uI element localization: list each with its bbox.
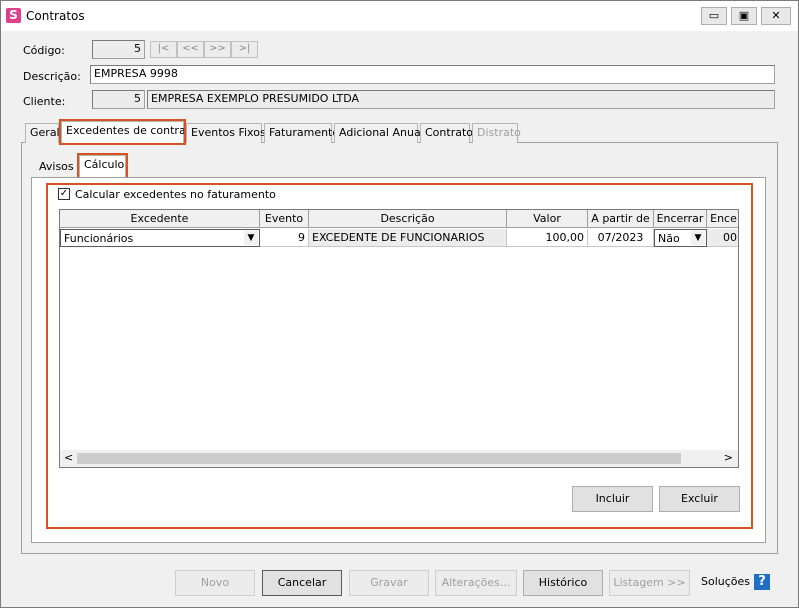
- descricao-label: Descrição:: [23, 70, 81, 83]
- maximize-button[interactable]: ▣: [731, 7, 757, 25]
- codigo-field[interactable]: 5: [92, 40, 145, 59]
- cancelar-button[interactable]: Cancelar: [262, 570, 342, 596]
- excedente-value: Funcionários: [64, 232, 134, 245]
- tab-contrato[interactable]: Contrato: [420, 123, 473, 143]
- next-record-button[interactable]: >>: [204, 41, 231, 58]
- subtab-avisos[interactable]: Avisos: [35, 158, 77, 178]
- excedente-select[interactable]: Funcionários ▼: [60, 229, 260, 247]
- tab-excedentes-de-contrato[interactable]: Excedentes de contrato: [59, 119, 197, 145]
- novo-button: Novo: [175, 570, 255, 596]
- column-header-excedente[interactable]: Excedente: [60, 210, 260, 228]
- last-record-button[interactable]: >|: [231, 41, 258, 58]
- column-header-a-partir-de[interactable]: A partir de: [588, 210, 654, 228]
- solucoes-button[interactable]: Soluções?: [697, 570, 775, 596]
- cliente-label: Cliente:: [23, 95, 66, 108]
- historico-button[interactable]: Histórico: [523, 570, 603, 596]
- column-header-ence[interactable]: Ence: [707, 210, 738, 228]
- evento-cell[interactable]: 9: [260, 229, 309, 247]
- subtab-calculo[interactable]: Cálculo: [77, 153, 128, 179]
- tab-geral[interactable]: Geral: [25, 123, 60, 143]
- gravar-button: Gravar: [349, 570, 429, 596]
- scroll-right-icon[interactable]: >: [724, 451, 733, 464]
- previous-record-button[interactable]: <<: [177, 41, 204, 58]
- horizontal-scrollbar[interactable]: < >: [60, 450, 738, 467]
- encerrar-value: Não: [658, 232, 680, 245]
- first-record-button[interactable]: |<: [150, 41, 177, 58]
- help-icon[interactable]: ?: [754, 574, 771, 590]
- cliente-name-field: EMPRESA EXEMPLO PRESUMIDO LTDA: [147, 90, 775, 109]
- codigo-label: Código:: [23, 44, 65, 57]
- encerrar-select[interactable]: Não ▼: [654, 229, 707, 247]
- column-header-valor[interactable]: Valor: [507, 210, 588, 228]
- contratos-window: S Contratos ▭ ▣ ✕ Código: 5 |< << >> >| …: [0, 0, 799, 608]
- close-button[interactable]: ✕: [761, 7, 791, 25]
- excluir-button[interactable]: Excluir: [659, 486, 740, 512]
- minimize-button[interactable]: ▭: [701, 7, 727, 25]
- window-title: Contratos: [26, 9, 85, 23]
- descricao-cell: EXCEDENTE DE FUNCIONARIOS: [309, 229, 507, 247]
- calcular-excedentes-checkbox[interactable]: ✓: [58, 188, 70, 200]
- incluir-button[interactable]: Incluir: [572, 486, 653, 512]
- excedentes-grid: Excedente Evento Descrição Valor A parti…: [59, 209, 739, 468]
- tab-eventos-fixos[interactable]: Eventos Fixos: [186, 123, 266, 143]
- title-bar: S Contratos ▭ ▣ ✕: [1, 1, 798, 31]
- chevron-down-icon[interactable]: ▼: [244, 231, 258, 245]
- ence-cell: 00: [707, 229, 738, 247]
- scrollbar-thumb[interactable]: [77, 453, 681, 464]
- alteracoes-button: Alterações...: [435, 570, 517, 596]
- a-partir-de-cell[interactable]: 07/2023: [588, 229, 654, 247]
- chevron-down-icon[interactable]: ▼: [691, 231, 705, 245]
- column-header-descricao[interactable]: Descrição: [309, 210, 507, 228]
- scroll-left-icon[interactable]: <: [64, 451, 73, 464]
- descricao-field[interactable]: EMPRESA 9998: [90, 65, 775, 84]
- tab-adicional-anual[interactable]: Adicional Anual: [334, 123, 424, 143]
- tab-faturamento[interactable]: Faturamento: [264, 123, 339, 143]
- solucoes-label: Soluções: [701, 575, 751, 588]
- app-logo-icon: S: [6, 8, 21, 23]
- column-header-encerrar[interactable]: Encerrar: [654, 210, 707, 228]
- cliente-code-field[interactable]: 5: [92, 90, 145, 109]
- valor-cell[interactable]: 100,00: [507, 229, 588, 247]
- column-header-evento[interactable]: Evento: [260, 210, 309, 228]
- tab-distrato: Distrato: [472, 123, 521, 143]
- listagem-button: Listagem >>: [609, 570, 690, 596]
- calcular-excedentes-label: Calcular excedentes no faturamento: [75, 188, 276, 201]
